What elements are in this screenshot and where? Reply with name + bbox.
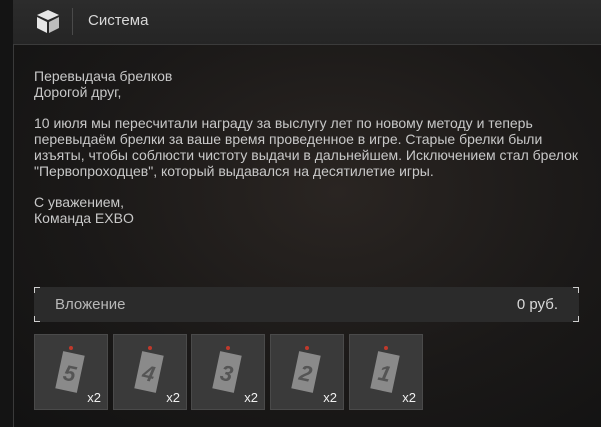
keychain-tag-icon: 3 (212, 346, 242, 393)
keychain-tag-icon: 1 (370, 346, 400, 393)
keychain-tag-icon: 2 (291, 346, 321, 393)
message-title: Перевыдача брелков (34, 68, 173, 84)
item-slot[interactable]: 5 x2 (34, 334, 108, 410)
item-quantity: x2 (166, 390, 180, 405)
attachment-value: 0 руб. (516, 296, 558, 313)
item-quantity: x2 (323, 390, 337, 405)
keychain-tag-icon: 5 (55, 346, 85, 393)
item-slot[interactable]: 4 x2 (113, 334, 187, 410)
message-body: Перевыдача брелков Дорогой друг, 10 июля… (34, 68, 579, 227)
item-quantity: x2 (87, 390, 101, 405)
message-signature: Команда EXBO (34, 209, 134, 226)
sender-name: Система (88, 12, 149, 29)
item-quantity: x2 (244, 390, 258, 405)
item-quantity: x2 (402, 390, 416, 405)
item-slot[interactable]: 2 x2 (270, 334, 344, 410)
message-paragraph: 10 июля мы пересчитали награду за выслуг… (34, 115, 579, 179)
mail-header: Система (13, 0, 601, 45)
attachment-bar: Вложение 0 руб. (34, 287, 579, 322)
keychain-tag-icon: 4 (134, 346, 164, 393)
box-icon (37, 10, 59, 33)
attachment-label: Вложение (55, 296, 126, 313)
item-slot[interactable]: 3 x2 (191, 334, 265, 410)
message-signoff: С уважением, (34, 194, 125, 211)
message-greeting: Дорогой друг, (34, 83, 122, 100)
item-slot[interactable]: 1 x2 (349, 334, 423, 410)
header-divider (72, 8, 73, 35)
